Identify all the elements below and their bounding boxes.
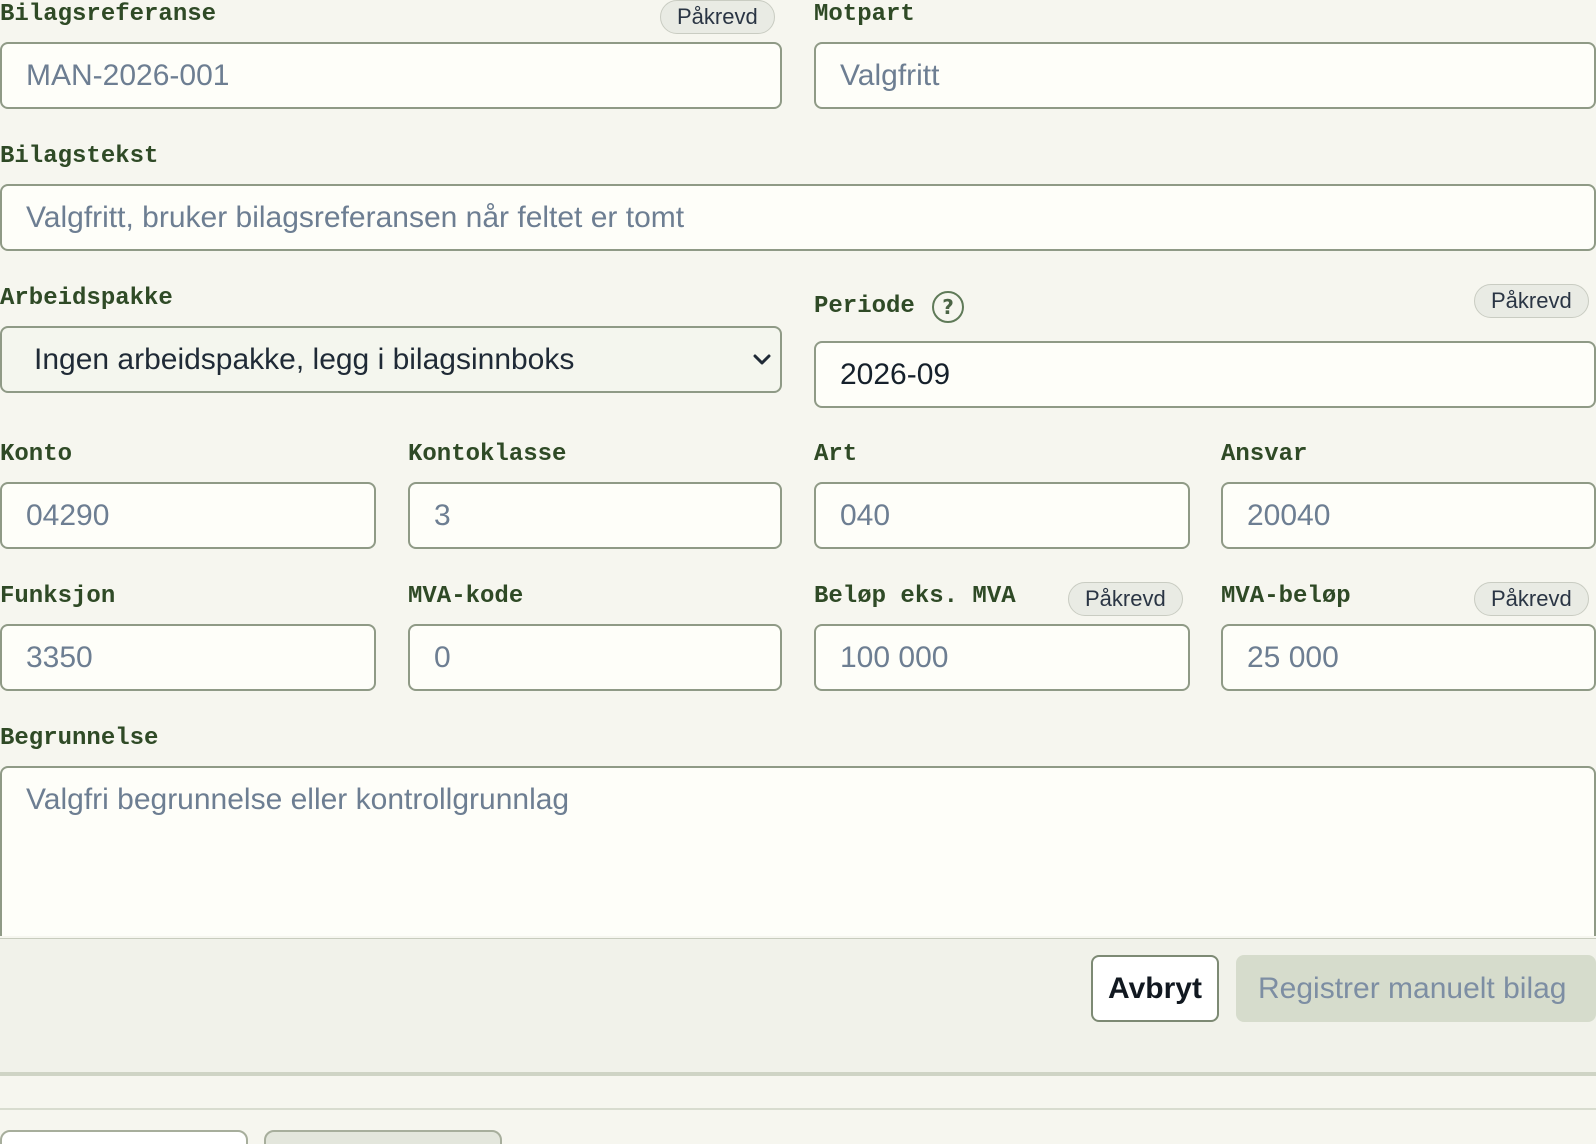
mva-belop-required-badge: Påkrevd [1474, 582, 1589, 616]
register-voucher-button[interactable]: Registrer manuelt bilag [1236, 955, 1596, 1022]
mva-belop-input[interactable] [1221, 624, 1596, 691]
begrunnelse-label: Begrunnelse [0, 725, 159, 752]
mva-kode-label: MVA-kode [408, 583, 524, 610]
bilagstekst-input[interactable] [0, 184, 1596, 251]
periode-label: Periode [814, 293, 915, 320]
funksjon-label: Funksjon [0, 583, 116, 610]
chevron-down-icon [753, 354, 771, 365]
begrunnelse-textarea[interactable] [0, 766, 1596, 936]
belop-eks-mva-input[interactable] [814, 624, 1190, 691]
lower-tab-1[interactable] [0, 1130, 248, 1144]
konto-label: Konto [0, 441, 73, 468]
ansvar-label: Ansvar [1221, 441, 1308, 468]
lower-tab-2[interactable] [264, 1130, 502, 1144]
belop-eks-mva-label: Beløp eks. MVA [814, 583, 1016, 610]
ansvar-input[interactable] [1221, 482, 1596, 549]
belop-required-badge: Påkrevd [1068, 582, 1183, 616]
periode-required-badge: Påkrevd [1474, 284, 1589, 318]
kontoklasse-label: Kontoklasse [408, 441, 567, 468]
bilagstekst-label: Bilagstekst [0, 143, 159, 170]
arbeidspakke-selected-value: Ingen arbeidspakke, legg i bilagsinnboks [34, 343, 575, 376]
konto-input[interactable] [0, 482, 376, 549]
art-label: Art [814, 441, 858, 468]
bilagsreferanse-required-badge: Påkrevd [660, 0, 775, 34]
arbeidspakke-label: Arbeidspakke [0, 285, 173, 312]
help-icon[interactable]: ? [932, 291, 964, 323]
periode-input[interactable] [814, 341, 1596, 408]
bilagsreferanse-input[interactable] [0, 42, 782, 109]
mva-kode-input[interactable] [408, 624, 782, 691]
art-input[interactable] [814, 482, 1190, 549]
cancel-button[interactable]: Avbryt [1091, 955, 1219, 1022]
motpart-label: Motpart [814, 1, 915, 28]
bilagsreferanse-label: Bilagsreferanse [0, 1, 217, 28]
motpart-input[interactable] [814, 42, 1596, 109]
kontoklasse-input[interactable] [408, 482, 782, 549]
arbeidspakke-select[interactable]: Ingen arbeidspakke, legg i bilagsinnboks [0, 326, 782, 393]
funksjon-input[interactable] [0, 624, 376, 691]
manual-voucher-form: Bilagsreferanse Påkrevd Motpart Bilagste… [0, 0, 1596, 938]
mva-belop-label: MVA-beløp [1221, 583, 1351, 610]
